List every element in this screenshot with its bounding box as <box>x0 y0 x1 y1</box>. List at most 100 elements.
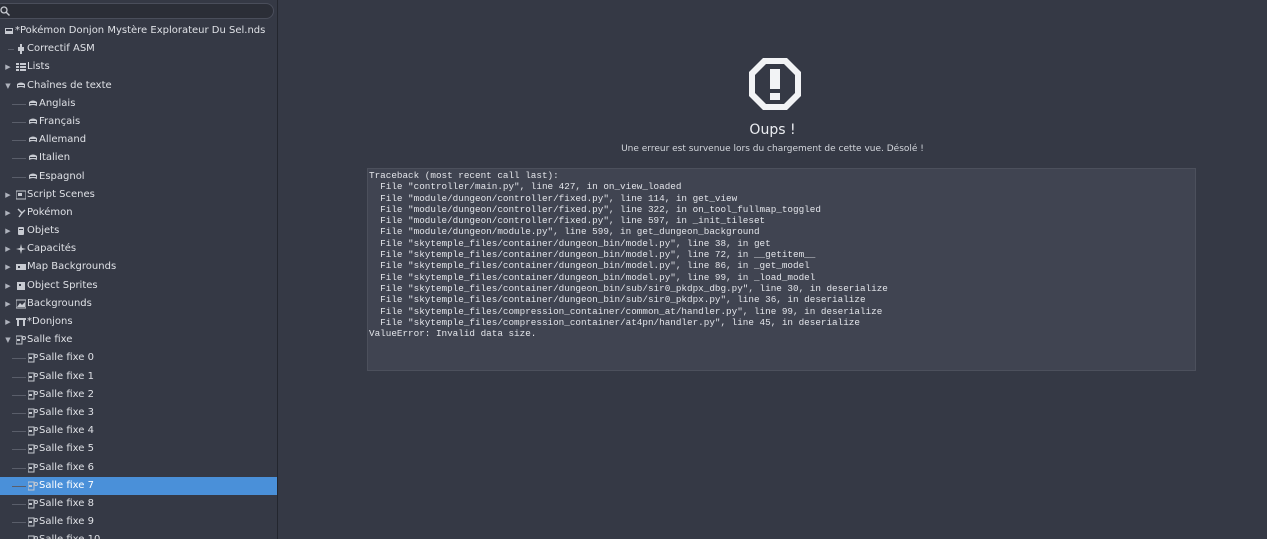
traceback-line: File "skytemple_files/container/dungeon_… <box>369 271 816 283</box>
error-view: Oups ! Une erreur est survenue lors du c… <box>278 0 1267 539</box>
traceback-line: File "skytemple_files/compression_contai… <box>369 316 860 328</box>
text-icon <box>29 100 37 106</box>
text-icon <box>29 136 37 143</box>
traceback-text[interactable]: Traceback (most recent call last): File … <box>367 168 1196 371</box>
tree-item[interactable]: Salle fixe 9 <box>0 513 277 531</box>
tree-item[interactable]: Salle fixe 3 <box>0 404 277 422</box>
tree-item[interactable]: ▶ *Donjons <box>0 313 277 331</box>
traceback-line: File "skytemple_files/compression_contai… <box>369 305 883 317</box>
tree-item[interactable]: Allemand <box>0 131 277 149</box>
traceback-line: File "skytemple_files/container/dungeon_… <box>369 237 771 249</box>
traceback-line: File "skytemple_files/container/dungeon_… <box>369 249 816 261</box>
tree-item[interactable]: Italien <box>0 149 277 167</box>
tree-item[interactable]: Salle fixe 8 <box>0 495 277 513</box>
tree-item-label: Salle fixe 5 <box>39 443 94 455</box>
tree-item[interactable]: Salle fixe 6 <box>0 459 277 477</box>
tree-item-label: Salle fixe 4 <box>39 425 94 437</box>
traceback-line: File "module/dungeon/controller/fixed.py… <box>369 203 821 215</box>
expander-collapsed-icon[interactable]: ▶ <box>4 295 12 313</box>
tree-guide-line <box>12 449 26 451</box>
expander-collapsed-icon[interactable]: ▶ <box>4 222 12 240</box>
tree-guide-line <box>12 467 26 469</box>
expander-expanded-icon[interactable]: ▼ <box>4 77 12 95</box>
tree-item-label: *Pokémon Donjon Mystère Explorateur Du S… <box>15 25 266 36</box>
tree-item-label: Salle fixe <box>27 334 73 346</box>
map-icon <box>16 264 26 271</box>
tree-item[interactable]: ▶ Objets <box>0 222 277 240</box>
tree-item[interactable]: Salle fixe 10 <box>0 531 277 539</box>
pokemon-icon <box>17 208 26 218</box>
tree-item[interactable]: Espagnol <box>0 168 277 186</box>
tree-item-label: Capacités <box>27 243 77 255</box>
tree-item-label: Salle fixe 6 <box>39 461 94 473</box>
fixed-room-icon <box>28 444 38 454</box>
project-tree[interactable]: *Pokémon Donjon Mystère Explorateur Du S… <box>0 22 277 539</box>
tree-item[interactable]: Français <box>0 113 277 131</box>
tree-item-label: Salle fixe 9 <box>39 516 94 528</box>
search-input[interactable] <box>0 3 274 19</box>
tree-guide-line <box>12 394 26 396</box>
tree-item[interactable]: ▶ Pokémon <box>0 204 277 222</box>
tree-item[interactable]: ▶ Capacités <box>0 240 277 258</box>
fixed-room-icon <box>28 426 38 436</box>
tree-guide-line <box>12 485 26 487</box>
expander-collapsed-icon[interactable]: ▶ <box>4 58 12 76</box>
tree-item[interactable]: ▶ Script Scenes <box>0 186 277 204</box>
tree-item-label: Script Scenes <box>27 188 95 200</box>
tree-item-label: Italien <box>39 152 71 164</box>
tree-item[interactable]: ▼ Salle fixe <box>0 331 277 349</box>
rom-icon <box>5 28 13 34</box>
tree-item[interactable]: *Pokémon Donjon Mystère Explorateur Du S… <box>0 22 277 40</box>
expander-collapsed-icon[interactable]: ▶ <box>4 258 12 276</box>
expander-collapsed-icon[interactable]: ▶ <box>4 277 12 295</box>
tree-item[interactable]: Correctif ASM <box>0 40 277 58</box>
traceback-line: File "skytemple_files/container/dungeon_… <box>369 294 866 306</box>
expander-collapsed-icon[interactable]: ▶ <box>4 313 12 331</box>
fixed-room-icon <box>28 535 38 539</box>
tree-guide-line <box>12 522 26 524</box>
tree-item-label: Salle fixe 2 <box>39 388 94 400</box>
tree-item[interactable]: Salle fixe 0 <box>0 349 277 367</box>
tree-item-label: Salle fixe 3 <box>39 406 94 418</box>
tree-guide-line <box>12 376 26 378</box>
tree-guide-line <box>12 503 26 505</box>
tree-item[interactable]: Salle fixe 1 <box>0 368 277 386</box>
tree-item-label: Pokémon <box>27 206 73 218</box>
expander-collapsed-icon[interactable]: ▶ <box>4 186 12 204</box>
traceback-line: File "skytemple_files/container/dungeon_… <box>369 282 888 294</box>
tree-item-label: Correctif ASM <box>27 43 95 55</box>
tree-item[interactable]: ▼ Chaînes de texte <box>0 77 277 95</box>
dungeon-icon <box>16 318 26 326</box>
tree-guide-line <box>12 140 26 142</box>
expander-collapsed-icon[interactable]: ▶ <box>4 240 12 258</box>
list-icon <box>16 63 26 72</box>
tree-guide-line <box>12 176 26 178</box>
expander-collapsed-icon[interactable]: ▶ <box>4 204 12 222</box>
tree-item-label: Lists <box>27 61 50 73</box>
expander-expanded-icon[interactable]: ▼ <box>4 331 12 349</box>
tree-item-label: Allemand <box>39 134 87 146</box>
fixed-room-icon <box>28 372 38 382</box>
error-title: Oups ! <box>749 122 796 138</box>
tree-item[interactable]: Salle fixe 7 <box>0 476 277 495</box>
fixed-room-icon <box>28 499 38 509</box>
tree-item[interactable]: ▶ Map Backgrounds <box>0 258 277 276</box>
tree-item[interactable]: ▶ Object Sprites <box>0 277 277 295</box>
tree-item[interactable]: ▶ Lists <box>0 58 277 76</box>
tree-item[interactable]: Salle fixe 5 <box>0 440 277 458</box>
traceback-line: ValueError: Invalid data size. <box>369 328 537 340</box>
tree-guide-line <box>12 358 26 360</box>
tree-item[interactable]: Salle fixe 2 <box>0 386 277 404</box>
tree-item-label: Map Backgrounds <box>27 261 117 273</box>
fixed-room-icon <box>28 481 38 491</box>
tree-guide-line <box>8 49 14 51</box>
move-icon <box>16 244 26 255</box>
item-icon <box>18 227 24 236</box>
fixed-room-icon <box>28 408 38 418</box>
traceback-line: File "controller/main.py", line 427, in … <box>369 181 682 193</box>
traceback-line: File "module/dungeon/module.py", line 59… <box>369 226 760 238</box>
tree-item[interactable]: Salle fixe 4 <box>0 422 277 440</box>
fixed-room-icon <box>28 463 38 472</box>
tree-item[interactable]: ▶ Backgrounds <box>0 295 277 313</box>
tree-item[interactable]: Anglais <box>0 95 277 113</box>
